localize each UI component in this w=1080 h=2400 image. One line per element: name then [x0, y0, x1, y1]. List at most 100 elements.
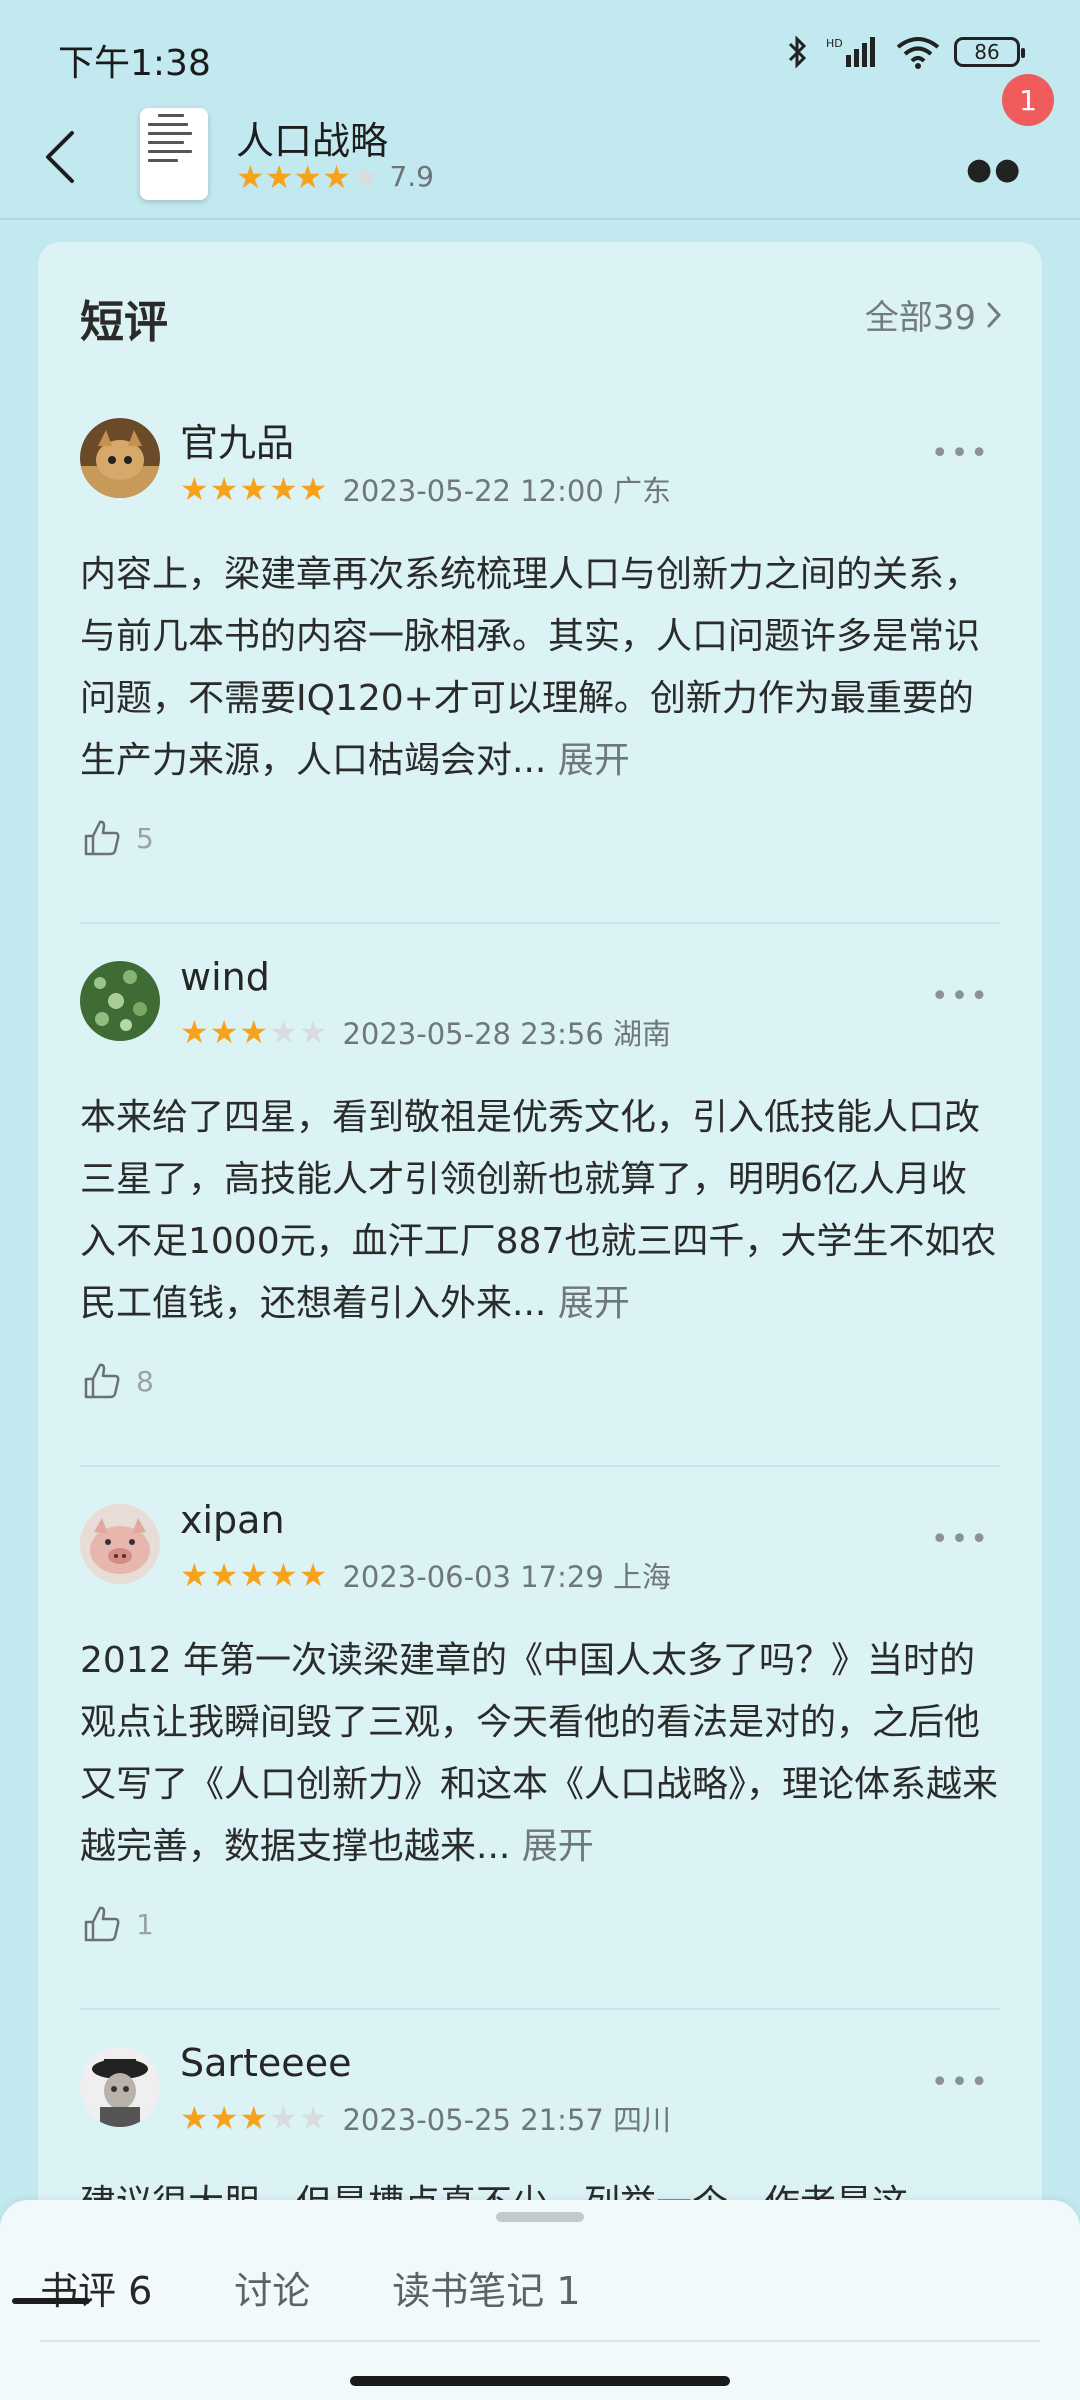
bluetooth-icon	[788, 35, 807, 69]
book-rating: ★★★★★ 7.9	[236, 160, 434, 193]
review-meta: ★★★★★ 2023-05-25 21:57 四川	[180, 2097, 671, 2139]
review-date-location: 2023-06-03 17:29 上海	[342, 1560, 671, 1594]
chevron-left-icon	[46, 131, 74, 183]
review-divider	[80, 1465, 1000, 1467]
star-filled-icon: ★	[236, 157, 265, 196]
like-count: 5	[136, 821, 154, 855]
sheet-drag-handle[interactable]	[496, 2212, 584, 2222]
review-date-location: 2023-05-28 23:56 湖南	[342, 1017, 671, 1051]
svg-text:HD: HD	[826, 37, 843, 50]
rating-value: 7.9	[389, 160, 434, 193]
star-empty-icon: ★	[350, 157, 380, 196]
book-cover-thumbnail[interactable]	[140, 108, 208, 200]
star-filled-icon: ★	[209, 470, 239, 508]
review-username[interactable]: 官九品	[180, 412, 294, 467]
avatar[interactable]	[80, 1504, 160, 1584]
review-username[interactable]: Sarteeee	[180, 2041, 351, 2085]
review-text[interactable]: 本来给了四星，看到敬祖是优秀文化，引入低技能人口改三星了，高技能人才引领创新也就…	[80, 1087, 1000, 1335]
review-text[interactable]: 内容上，梁建章再次系统梳理人口与创新力之间的关系，与前几本书的内容一脉相承。其实…	[80, 544, 1000, 792]
star-empty-icon: ★	[269, 2099, 298, 2137]
notification-badge[interactable]: 1	[1002, 74, 1054, 126]
star-filled-icon: ★	[209, 1013, 239, 1051]
battery-level: 86	[974, 40, 1000, 64]
thumbs-up-icon	[84, 1363, 120, 1399]
status-time: 下午1:38	[58, 43, 211, 84]
sheet-divider	[40, 2340, 1040, 2342]
chevron-right-icon	[987, 302, 1002, 327]
review-username[interactable]: xipan	[180, 1498, 285, 1542]
review-stars: ★★★★★	[180, 473, 328, 505]
thumbs-up-icon	[84, 820, 120, 856]
star-filled-icon: ★	[239, 1013, 269, 1051]
section-title: 短评	[80, 297, 168, 348]
active-tab-indicator	[12, 2298, 90, 2304]
star-filled-icon: ★	[180, 1556, 209, 1594]
like-count: 1	[136, 1907, 154, 1941]
star-empty-icon: ★	[269, 1013, 298, 1051]
star-filled-icon: ★	[269, 1556, 298, 1594]
short-reviews-card: 短评 全部39 官九品 ★★★★★ 2023-05-22 12:00 广东 ••…	[38, 242, 1042, 2400]
like-count: 8	[136, 1364, 154, 1398]
home-indicator[interactable]	[350, 2376, 730, 2386]
review-meta: ★★★★★ 2023-06-03 17:29 上海	[180, 1554, 671, 1596]
more-options-button[interactable]: ●●	[966, 134, 1026, 187]
avatar[interactable]	[80, 418, 160, 498]
review-more-icon[interactable]: •••	[931, 2065, 990, 2100]
rating-stars: ★★★★★	[236, 161, 379, 193]
review-item[interactable]: xipan ★★★★★ 2023-06-03 17:29 上海 ••• 2012…	[80, 1498, 1000, 2024]
star-filled-icon: ★	[298, 1556, 328, 1594]
star-filled-icon: ★	[209, 1556, 239, 1594]
review-item[interactable]: 官九品 ★★★★★ 2023-05-22 12:00 广东 ••• 内容上，梁建…	[80, 418, 1000, 938]
star-empty-icon: ★	[298, 2099, 328, 2137]
star-filled-icon: ★	[269, 470, 298, 508]
tab-reading-notes[interactable]: 读书笔记 1	[392, 2260, 580, 2315]
tab-bar: 书评 6 讨论 读书笔记 1	[40, 2260, 581, 2315]
avatar[interactable]	[80, 2047, 160, 2127]
review-body: 内容上，梁建章再次系统梳理人口与创新力之间的关系，与前几本书的内容一脉相承。其实…	[80, 554, 981, 781]
review-item[interactable]: wind ★★★★★ 2023-05-28 23:56 湖南 ••• 本来给了四…	[80, 955, 1000, 1481]
star-filled-icon: ★	[239, 2099, 269, 2137]
star-filled-icon: ★	[322, 157, 351, 196]
review-meta: ★★★★★ 2023-05-22 12:00 广东	[180, 468, 671, 510]
avatar[interactable]	[80, 961, 160, 1041]
star-filled-icon: ★	[180, 470, 209, 508]
review-username[interactable]: wind	[180, 955, 270, 999]
status-bar: 下午1:38 HD 86	[0, 0, 1080, 110]
review-date-location: 2023-05-25 21:57 四川	[342, 2103, 671, 2137]
review-more-icon[interactable]: •••	[931, 436, 990, 471]
battery-indicator: 86	[954, 37, 1025, 67]
thumbs-up-icon	[84, 1906, 120, 1942]
star-filled-icon: ★	[180, 1013, 209, 1051]
back-button[interactable]	[30, 122, 90, 192]
review-date-location: 2023-05-22 12:00 广东	[342, 474, 671, 508]
review-stars: ★★★★★	[180, 1016, 328, 1048]
review-meta: ★★★★★ 2023-05-28 23:56 湖南	[180, 1011, 671, 1053]
tab-book-reviews[interactable]: 书评 6	[40, 2260, 152, 2315]
star-filled-icon: ★	[239, 1556, 269, 1594]
star-filled-icon: ★	[298, 470, 328, 508]
star-empty-icon: ★	[298, 1013, 328, 1051]
review-divider	[80, 2008, 1000, 2010]
expand-link[interactable]: 展开	[558, 740, 630, 781]
review-more-icon[interactable]: •••	[931, 1522, 990, 1557]
expand-link[interactable]: 展开	[522, 1826, 594, 1867]
bottom-tab-sheet[interactable]: 书评 6 讨论 读书笔记 1	[0, 2200, 1080, 2400]
star-filled-icon: ★	[264, 157, 294, 196]
view-all-link[interactable]: 全部39	[865, 290, 1002, 339]
book-header: 人口战略 ★★★★★ 7.9 ●●	[0, 100, 1080, 218]
tab-discussion[interactable]: 讨论	[234, 2260, 310, 2315]
signal-icon: HD	[826, 37, 875, 67]
review-stars: ★★★★★	[180, 1559, 328, 1591]
expand-link[interactable]: 展开	[558, 1283, 630, 1324]
more-dots-icon: ●●	[966, 152, 1023, 187]
view-all-label: 全部39	[864, 298, 976, 338]
review-more-icon[interactable]: •••	[931, 979, 990, 1014]
review-body: 本来给了四星，看到敬祖是优秀文化，引入低技能人口改三星了，高技能人才引领创新也就…	[80, 1097, 997, 1324]
like-button[interactable]: 1	[82, 1904, 154, 1944]
like-button[interactable]: 8	[82, 1361, 154, 1401]
header-divider	[0, 218, 1080, 220]
like-button[interactable]: 5	[82, 818, 154, 858]
review-text[interactable]: 2012 年第一次读梁建章的《中国人太多了吗？》当时的观点让我瞬间毁了三观，今天…	[80, 1630, 1000, 1878]
star-filled-icon: ★	[180, 2099, 209, 2137]
review-divider	[80, 922, 1000, 924]
